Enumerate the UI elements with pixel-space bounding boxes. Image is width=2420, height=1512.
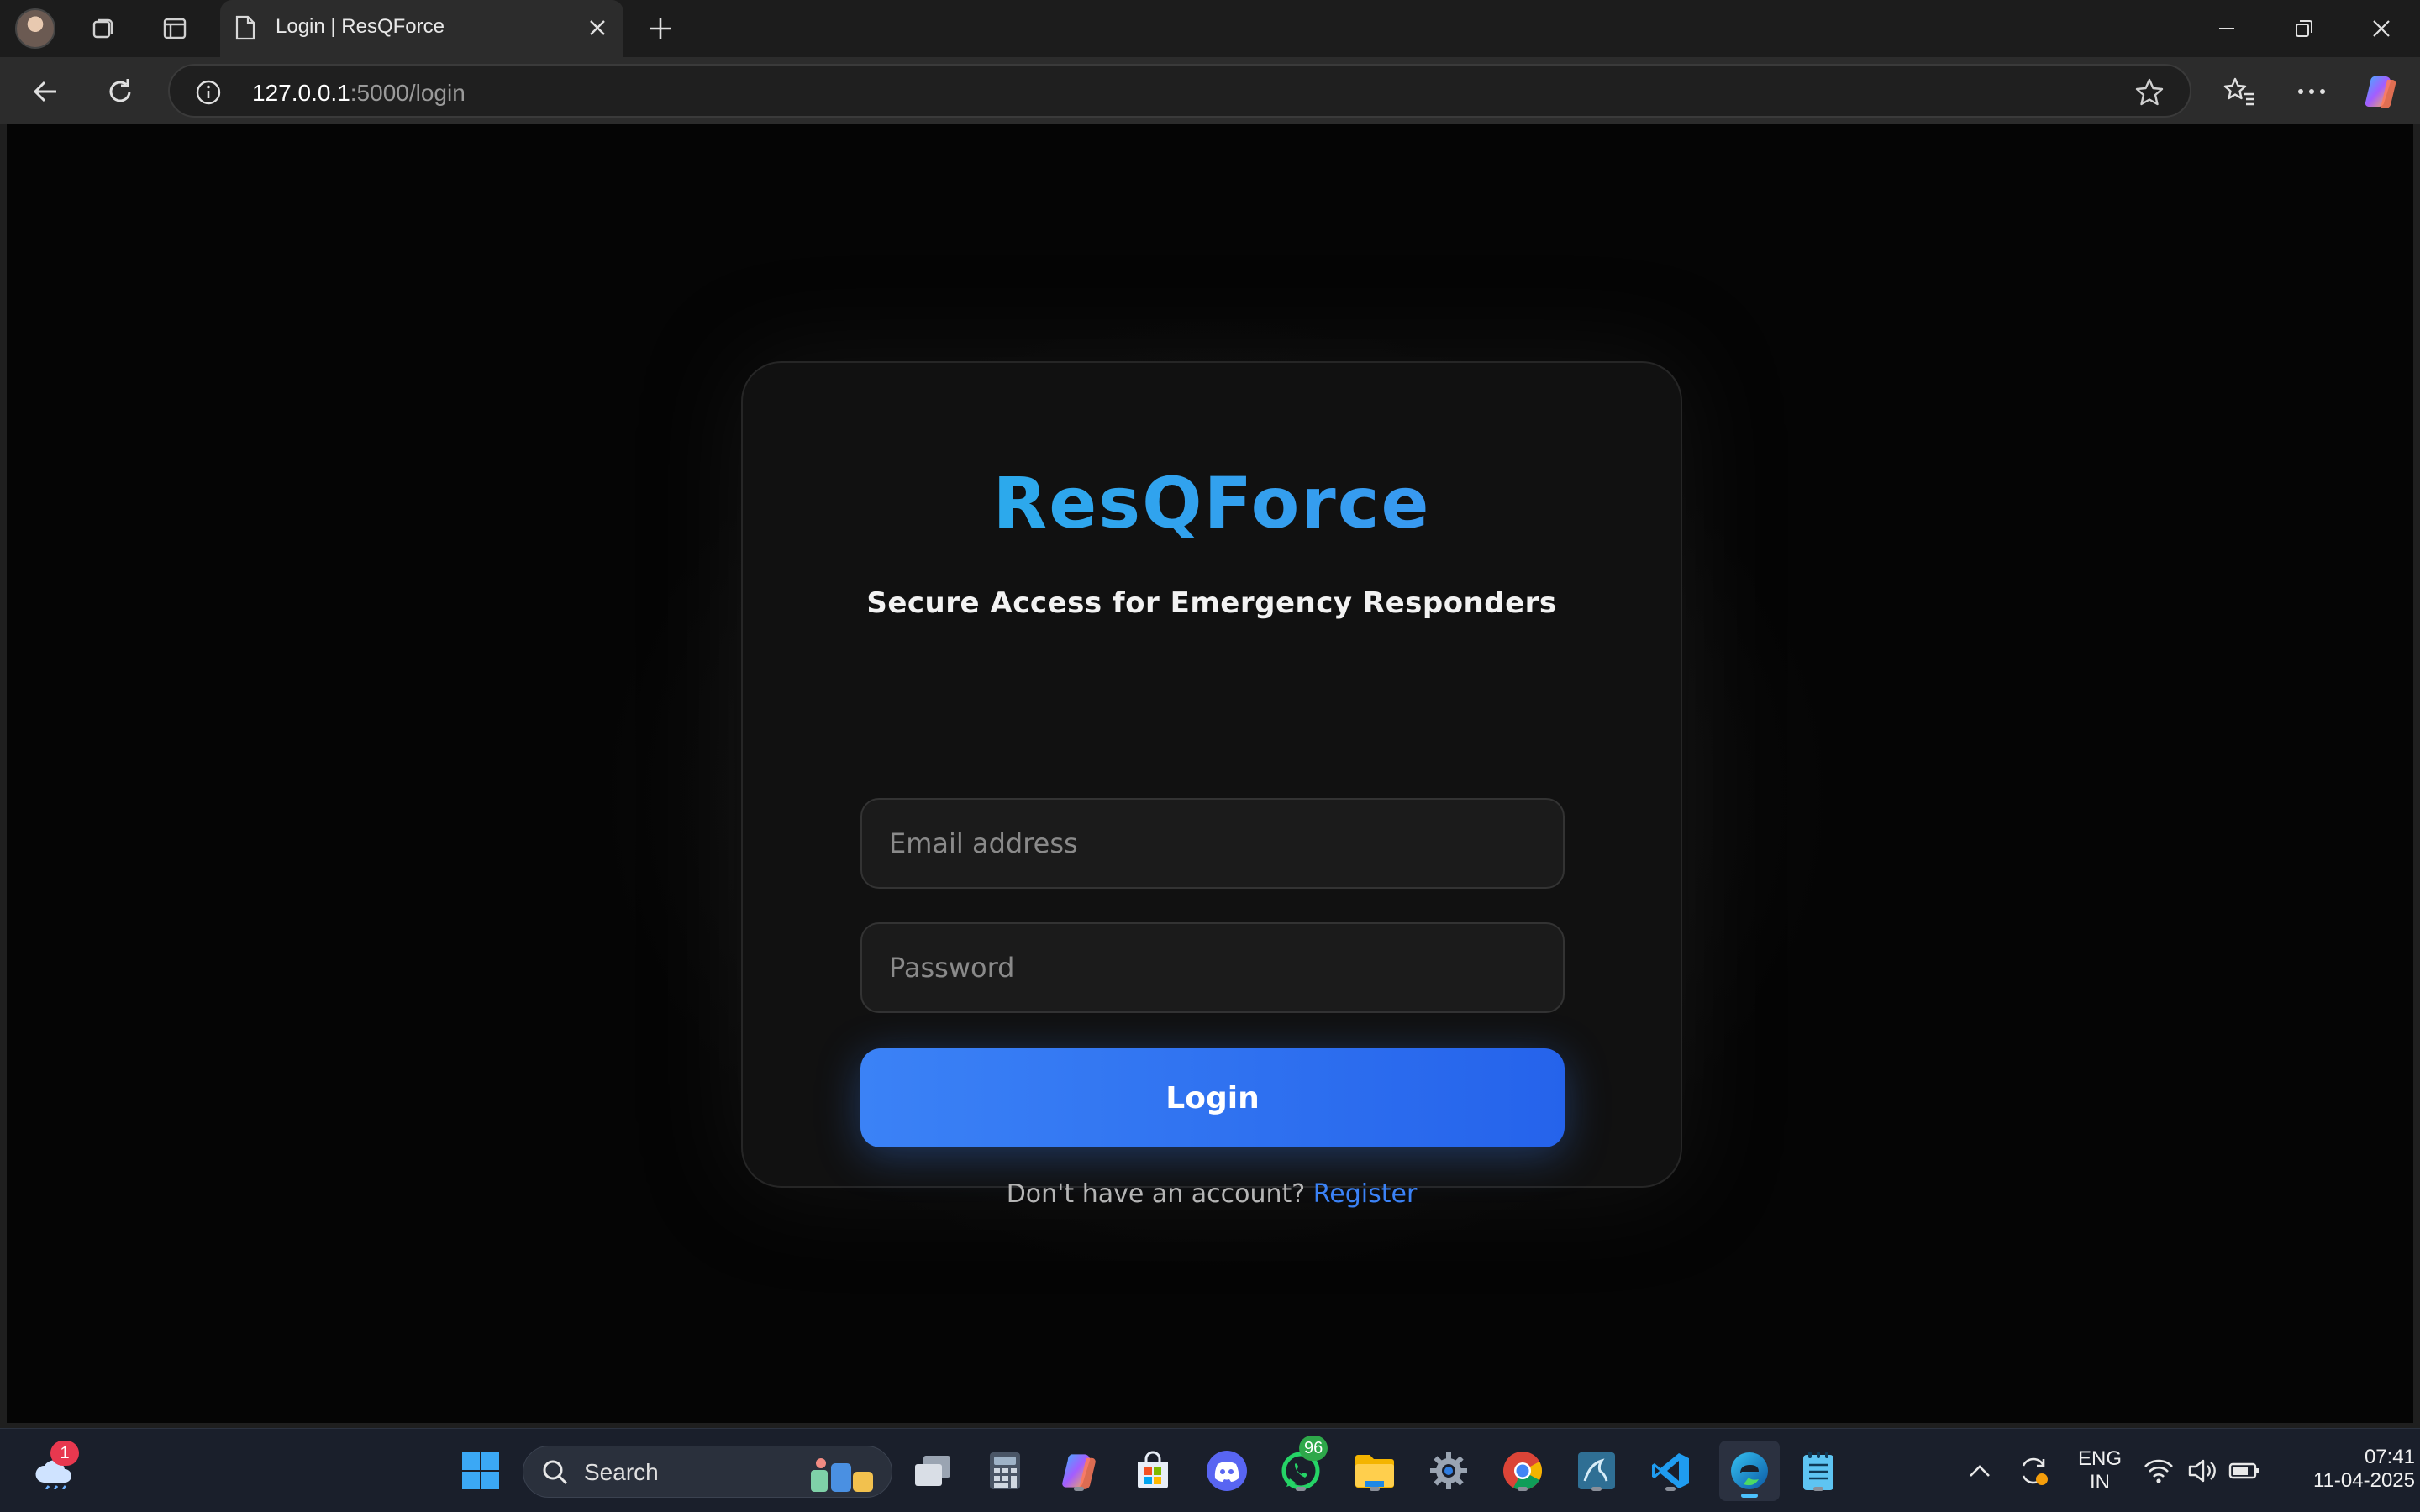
favorite-star-icon[interactable] <box>2134 77 2165 108</box>
notepad-icon[interactable] <box>1793 1446 1844 1496</box>
clock[interactable]: 07:41 11-04-2025 <box>2272 1446 2415 1493</box>
sync-icon[interactable] <box>2008 1446 2059 1496</box>
tab-actions-icon[interactable] <box>155 8 195 49</box>
page-viewport: ResQForce Secure Access for Emergency Re… <box>7 124 2413 1423</box>
site-info-icon[interactable] <box>195 79 222 106</box>
browser-toolbar: 127.0.0.1:5000/login <box>0 57 2420 124</box>
active-indicator <box>1741 1494 1758 1498</box>
file-explorer-icon[interactable] <box>1349 1446 1400 1496</box>
brand-logo-text: ResQForce <box>743 462 1681 544</box>
active-tab[interactable]: Login | ResQForce <box>220 0 623 57</box>
tab-title: Login | ResQForce <box>276 15 445 38</box>
profile-avatar[interactable] <box>15 8 55 49</box>
taskbar-search-box[interactable]: Search <box>523 1446 892 1498</box>
calculator-icon[interactable] <box>980 1446 1030 1496</box>
chrome-icon[interactable] <box>1497 1446 1548 1496</box>
minimize-icon[interactable] <box>2202 7 2252 50</box>
clock-time: 07:41 <box>2364 1446 2415 1468</box>
windows-start-icon[interactable] <box>455 1446 506 1496</box>
search-highlight-icon <box>804 1452 880 1498</box>
running-indicator <box>1813 1487 1823 1491</box>
running-indicator <box>1518 1487 1528 1491</box>
restore-icon[interactable] <box>2279 7 2329 50</box>
running-indicator <box>1370 1487 1380 1491</box>
battery-icon[interactable] <box>2223 1446 2265 1496</box>
whatsapp-icon[interactable]: 96 <box>1276 1436 1328 1496</box>
region-code: IN <box>2090 1471 2110 1494</box>
password-input[interactable] <box>860 922 1565 1013</box>
page-icon <box>235 15 255 40</box>
language-indicator[interactable]: ENG IN <box>2072 1447 2128 1494</box>
register-prompt: Don't have an account? Register <box>743 1179 1681 1209</box>
back-arrow-icon[interactable] <box>25 71 67 113</box>
browser-tabstrip: Login | ResQForce <box>0 0 2420 57</box>
page-subtitle: Secure Access for Emergency Responders <box>866 586 1557 620</box>
login-button[interactable]: Login <box>860 1048 1565 1147</box>
language-code: ENG <box>2077 1447 2122 1470</box>
no-account-text: Don't have an account? <box>1006 1179 1306 1209</box>
settings-gear-icon[interactable] <box>1423 1446 1474 1496</box>
running-indicator <box>1665 1487 1676 1491</box>
running-indicator <box>1591 1487 1602 1491</box>
new-tab-icon[interactable] <box>642 10 679 47</box>
vscode-icon[interactable] <box>1645 1446 1696 1496</box>
wifi-icon[interactable] <box>2138 1446 2180 1496</box>
discord-icon[interactable] <box>1202 1446 1252 1496</box>
copilot-app-icon[interactable] <box>1054 1446 1104 1496</box>
refresh-icon[interactable] <box>99 71 141 113</box>
whatsapp-badge: 96 <box>1299 1436 1328 1461</box>
search-icon <box>540 1457 571 1492</box>
windows-taskbar: 1 Search 96 ENG IN 07:41 11-04-2025 <box>0 1428 2420 1512</box>
close-tab-icon[interactable] <box>583 13 612 42</box>
register-link[interactable]: Register <box>1313 1179 1418 1209</box>
task-view-icon[interactable] <box>908 1446 958 1496</box>
login-card: ResQForce Secure Access for Emergency Re… <box>741 361 1682 1209</box>
weather-widget-icon[interactable]: 1 <box>29 1441 79 1496</box>
close-window-icon[interactable] <box>2356 7 2407 50</box>
copilot-icon[interactable] <box>2360 71 2402 113</box>
running-indicator <box>1074 1487 1084 1491</box>
microsoft-store-icon[interactable] <box>1128 1446 1178 1496</box>
address-bar[interactable]: 127.0.0.1:5000/login <box>168 64 2191 118</box>
search-label: Search <box>584 1459 659 1485</box>
favorites-icon[interactable] <box>2218 71 2260 113</box>
running-indicator <box>1296 1487 1306 1491</box>
clock-date: 11-04-2025 <box>2313 1469 2415 1492</box>
volume-icon[interactable] <box>2181 1446 2223 1496</box>
email-input[interactable] <box>860 798 1565 889</box>
url-text: 127.0.0.1:5000/login <box>252 80 466 106</box>
edge-icon[interactable] <box>1719 1441 1780 1501</box>
workspaces-icon[interactable] <box>84 8 124 49</box>
mysql-workbench-icon[interactable] <box>1571 1446 1622 1496</box>
more-options-icon[interactable] <box>2291 71 2333 113</box>
chevron-up-icon[interactable] <box>1954 1446 2005 1496</box>
weather-badge: 1 <box>50 1441 79 1466</box>
